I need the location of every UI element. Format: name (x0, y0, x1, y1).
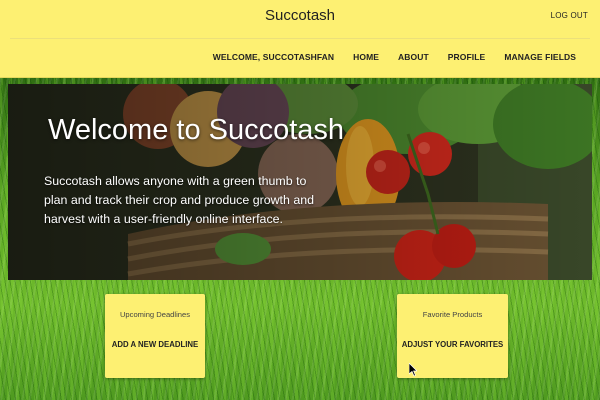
add-deadline-button[interactable]: ADD A NEW DEADLINE (105, 340, 205, 349)
header-divider (10, 38, 590, 39)
card-title-favorites: Favorite Products (422, 310, 483, 319)
nav-home[interactable]: HOME (353, 52, 379, 62)
upcoming-deadlines-card: Upcoming Deadlines ADD A NEW DEADLINE (105, 294, 205, 378)
card-title-deadlines: Upcoming Deadlines (119, 310, 191, 319)
brand-title[interactable]: Succotash (0, 7, 600, 24)
hero-title: Welcome to Succotash (48, 114, 345, 146)
nav-welcome-user[interactable]: WELCOME, SUCCOTASHFAN (213, 52, 334, 62)
nav-about[interactable]: ABOUT (398, 52, 429, 62)
nav-profile[interactable]: PROFILE (448, 52, 486, 62)
nav-manage-fields[interactable]: MANAGE FIELDS (504, 52, 576, 62)
mouse-pointer-icon (409, 363, 417, 377)
hero-banner: Welcome to Succotash Succotash allows an… (8, 84, 592, 280)
logout-link[interactable]: LOG OUT (551, 11, 588, 20)
adjust-favorites-button[interactable]: ADJUST YOUR FAVORITES (397, 340, 508, 349)
top-header: Succotash LOG OUT WELCOME, SUCCOTASHFAN … (0, 0, 600, 78)
hero-description: Succotash allows anyone with a green thu… (44, 174, 315, 226)
main-nav: WELCOME, SUCCOTASHFAN HOME ABOUT PROFILE… (213, 52, 576, 62)
